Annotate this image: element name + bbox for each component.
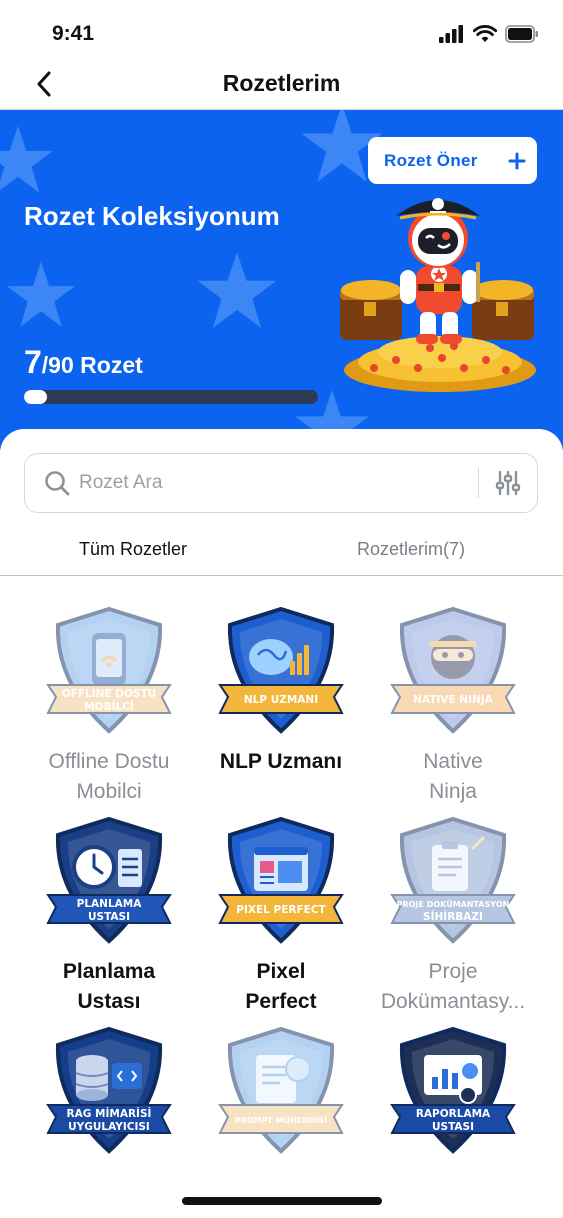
badge-name: Planlama Ustası	[62, 960, 156, 1013]
svg-text:PROJE DOKÜMANTASYON: PROJE DOKÜMANTASYON	[397, 899, 510, 909]
svg-text:MOBİLCİ: MOBİLCİ	[84, 699, 134, 713]
suggest-badge-button[interactable]: Rozet Öner	[368, 137, 537, 184]
status-icons	[439, 25, 539, 43]
sliders-icon	[495, 470, 521, 496]
badge-name: Offline Dostu Mobilci	[48, 750, 170, 803]
badge-item[interactable]: PIXEL PERFECT Pixel Perfect	[196, 815, 366, 1017]
report-chart-badge-icon: RAPORLAMAUSTASI	[390, 1026, 516, 1154]
badge-item[interactable]: RAG MİMARİSİ UYGULAYICISI	[24, 1025, 194, 1157]
nav-bar: Rozetlerim	[0, 64, 563, 110]
clipboard-wand-badge-icon: PROJE DOKÜMANTASYONSİHİRBAZI	[390, 816, 516, 944]
search-bar	[24, 453, 538, 513]
badge-count: 7/90 Rozet	[24, 344, 143, 381]
pirate-robot-treasure-illustration	[340, 198, 536, 392]
status-bar: 9:41	[0, 0, 563, 64]
badge-item[interactable]: NATIVE NINJA Native Ninja	[368, 605, 538, 807]
badge-item[interactable]: PLANLAMA USTASI Planlama Ustası	[24, 815, 194, 1017]
svg-text:RAPORLAMA: RAPORLAMA	[416, 1108, 491, 1120]
badge-name: Native Ninja	[423, 750, 483, 803]
filter-button[interactable]	[479, 453, 537, 513]
wifi-icon	[473, 25, 497, 42]
layout-window-badge-icon: PIXEL PERFECT	[218, 816, 344, 944]
badge-count-total: /90 Rozet	[41, 352, 143, 378]
svg-text:NLP UZMANI: NLP UZMANI	[244, 694, 318, 706]
star-decoration-icon	[6, 261, 76, 327]
collection-progress-fill	[24, 390, 47, 404]
svg-text:PLANLAMA: PLANLAMA	[77, 898, 143, 910]
database-code-badge-icon: RAG MİMARİSİUYGULAYICISI	[46, 1026, 172, 1154]
suggest-badge-label: Rozet Öner	[384, 150, 478, 170]
star-decoration-icon	[0, 125, 53, 193]
battery-icon	[505, 25, 538, 43]
svg-text:OFFLINE DOSTU: OFFLINE DOSTU	[62, 688, 156, 700]
badge-item[interactable]: RAPORLAMA USTASI	[368, 1025, 538, 1157]
badge-name: Proje Dokümantasy...	[380, 960, 526, 1013]
badge-count-earned: 7	[24, 344, 42, 380]
tab-all-badges[interactable]: Tüm Rozetler	[79, 539, 187, 560]
brain-chart-badge-icon: NLP UZMANI	[218, 606, 344, 734]
status-time: 9:41	[52, 22, 95, 45]
svg-text:USTASI: USTASI	[432, 1121, 474, 1133]
phone-wifi-badge-icon: OFFLINE DOSTUMOBİLCİ	[46, 606, 172, 734]
svg-text:PROMPT MÜHENDİSİ: PROMPT MÜHENDİSİ	[235, 1115, 328, 1125]
tab-my-badges[interactable]: Rozetlerim(7)	[357, 539, 465, 560]
clock-checklist-badge-icon: PLANLAMAUSTASI	[46, 816, 172, 944]
svg-text:NATIVE NINJA: NATIVE NINJA	[413, 694, 494, 706]
star-decoration-icon	[197, 252, 277, 328]
badge-item[interactable]: NLP UZMANI NLP Uzmanı	[196, 605, 366, 777]
signal-icon	[439, 25, 463, 43]
page-title: Rozetlerim	[222, 70, 341, 96]
collection-hero: Rozet Öner Rozet Koleksiyonum 7/90 Rozet	[0, 110, 563, 450]
search-input[interactable]	[79, 472, 478, 494]
collection-progress-bar	[24, 390, 318, 404]
search-icon	[45, 471, 70, 496]
home-indicator	[182, 1197, 382, 1205]
document-ai-badge-icon: PROMPT MÜHENDİSİ	[218, 1026, 344, 1154]
badge-list-sheet: Tüm Rozetler Rozetlerim(7) OFFLINE DOSTU…	[0, 429, 563, 1218]
badge-item[interactable]: PROMPT MÜHENDİSİ	[196, 1025, 366, 1157]
svg-text:USTASI: USTASI	[88, 911, 130, 923]
ninja-badge-icon: NATIVE NINJA	[390, 606, 516, 734]
badge-item[interactable]: PROJE DOKÜMANTASYON SİHİRBAZI Proje Doküman…	[368, 815, 538, 1017]
collection-title: Rozet Koleksiyonum	[24, 201, 280, 231]
badge-item[interactable]: OFFLINE DOSTU MOBİLCİ Offline Dostu Mobilci	[24, 605, 194, 807]
plus-icon	[508, 152, 526, 169]
svg-text:PIXEL PERFECT: PIXEL PERFECT	[236, 904, 326, 916]
svg-text:SİHİRBAZI: SİHİRBAZI	[423, 909, 483, 923]
badge-name: Pixel Perfect	[245, 960, 317, 1013]
svg-text:RAG MİMARİSİ: RAG MİMARİSİ	[67, 1106, 152, 1120]
svg-text:UYGULAYICISI: UYGULAYICISI	[68, 1121, 150, 1133]
badge-tabs: Tüm Rozetler Rozetlerim(7)	[0, 525, 563, 576]
badge-name: NLP Uzmanı	[219, 750, 343, 773]
